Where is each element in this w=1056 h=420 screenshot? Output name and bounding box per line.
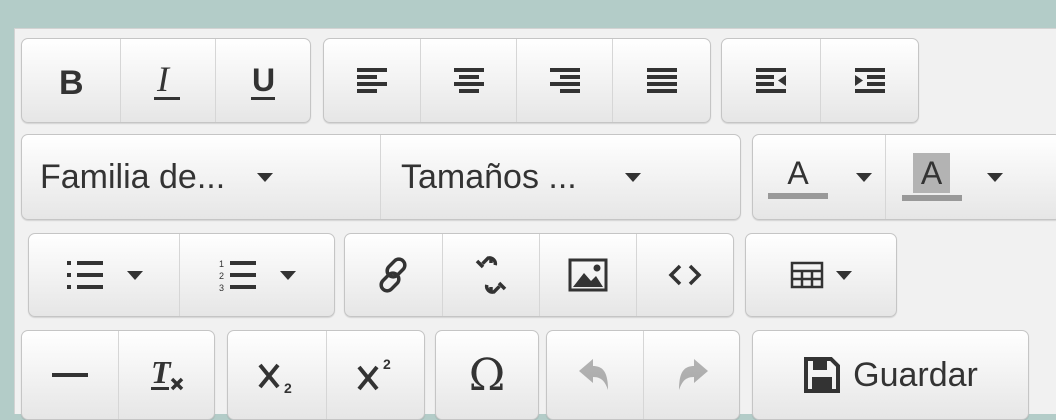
special-character-icon: Ω — [468, 349, 506, 401]
code-button[interactable] — [636, 234, 733, 316]
svg-text:1: 1 — [219, 259, 224, 269]
align-center-button[interactable] — [420, 39, 516, 122]
svg-text:2: 2 — [383, 356, 391, 372]
horizontal-rule-button[interactable] — [22, 331, 118, 419]
chevron-down-icon — [856, 172, 872, 182]
align-left-button[interactable] — [324, 39, 420, 122]
unlink-button[interactable] — [442, 234, 539, 316]
save-group: Guardar — [752, 330, 1029, 420]
undo-button[interactable] — [547, 331, 643, 419]
align-justify-button[interactable] — [612, 39, 710, 122]
code-icon — [668, 264, 702, 286]
indent-button[interactable] — [820, 39, 918, 122]
table-button[interactable] — [746, 234, 896, 316]
font-size-dropdown[interactable]: Tamaños ... — [380, 135, 740, 219]
font-family-dropdown[interactable]: Familia de... — [22, 135, 380, 219]
history-group — [546, 330, 740, 420]
font-size-label: Tamaños ... — [401, 157, 577, 196]
svg-text:U: U — [252, 62, 275, 98]
background-color-button[interactable]: A — [885, 135, 977, 219]
text-style-group: B I U — [21, 38, 311, 123]
unlink-icon — [475, 256, 507, 294]
align-justify-icon — [646, 67, 677, 93]
undo-icon — [579, 359, 608, 390]
special-character-button[interactable]: Ω — [436, 331, 538, 419]
chevron-down-icon — [257, 172, 274, 182]
align-center-icon — [453, 67, 484, 93]
text-color-bar — [768, 193, 828, 199]
redo-icon — [678, 359, 708, 390]
underline-button[interactable]: U — [215, 39, 310, 122]
align-right-button[interactable] — [516, 39, 612, 122]
alignment-group — [323, 38, 711, 123]
superscript-icon: 2 — [356, 356, 391, 391]
remove-format-icon: T — [150, 354, 183, 391]
table-icon — [790, 261, 824, 289]
align-left-icon — [357, 67, 387, 93]
image-icon — [568, 258, 608, 292]
italic-button[interactable]: I — [120, 39, 215, 122]
numbered-list-icon: 1 2 3 — [219, 259, 256, 293]
font-family-label: Familia de... — [40, 157, 226, 196]
link-icon — [378, 257, 407, 293]
outdent-icon — [756, 67, 786, 93]
script-group: 2 2 — [227, 330, 425, 420]
background-color-dropdown[interactable] — [977, 135, 1037, 219]
background-color-bar — [901, 195, 962, 201]
svg-text:3: 3 — [219, 283, 224, 293]
horizontal-rule-icon — [52, 373, 88, 377]
indent-group — [721, 38, 919, 123]
text-color-button[interactable]: A — [753, 135, 843, 219]
subscript-icon: 2 — [258, 363, 292, 396]
bullet-list-icon — [67, 261, 103, 289]
remove-format-button[interactable]: T — [118, 331, 214, 419]
insert-group — [344, 233, 734, 317]
background-color-icon: A — [912, 153, 951, 193]
image-button[interactable] — [539, 234, 636, 316]
svg-text:2: 2 — [219, 271, 224, 281]
bullet-list-button[interactable] — [29, 234, 179, 316]
link-button[interactable] — [345, 234, 442, 316]
special-char-group: Ω — [435, 330, 539, 420]
text-color-dropdown[interactable] — [843, 135, 885, 219]
indent-icon — [854, 67, 885, 93]
subscript-button[interactable]: 2 — [228, 331, 326, 419]
save-label: Guardar — [853, 355, 978, 394]
outdent-button[interactable] — [722, 39, 820, 122]
table-group — [745, 233, 897, 317]
italic-icon: I — [154, 59, 180, 100]
chevron-down-icon — [127, 270, 143, 280]
chevron-down-icon — [987, 172, 1003, 182]
svg-text:B: B — [59, 64, 84, 101]
numbered-list-button[interactable]: 1 2 3 — [179, 234, 334, 316]
svg-text:2: 2 — [284, 380, 292, 396]
chevron-down-icon — [836, 270, 852, 280]
font-group: Familia de... Tamaños ... — [21, 134, 741, 220]
redo-button[interactable] — [643, 331, 739, 419]
save-button[interactable]: Guardar — [753, 331, 1028, 419]
underline-icon: U — [251, 62, 275, 100]
chevron-down-icon — [280, 270, 296, 280]
save-icon — [804, 357, 841, 393]
svg-text:I: I — [156, 59, 171, 99]
text-color-icon: A — [787, 155, 809, 191]
format-group: T — [21, 330, 215, 420]
chevron-down-icon — [624, 172, 641, 182]
color-group: A A — [752, 134, 1056, 220]
bold-icon: B — [59, 64, 84, 101]
superscript-button[interactable]: 2 — [326, 331, 424, 419]
list-group: 1 2 3 — [28, 233, 335, 317]
svg-text:T: T — [151, 354, 172, 390]
align-right-icon — [549, 67, 580, 93]
bold-button[interactable]: B — [22, 39, 120, 122]
